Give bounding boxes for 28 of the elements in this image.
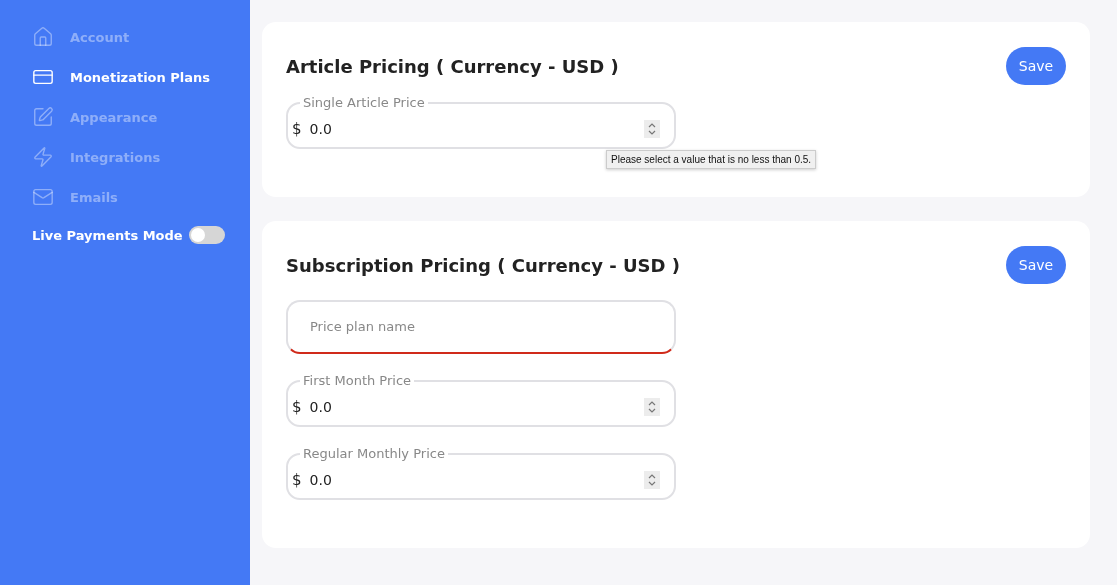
save-button[interactable]: Save (1006, 246, 1066, 284)
currency-symbol: $ (292, 119, 302, 138)
currency-symbol: $ (292, 397, 302, 416)
price-field[interactable]: First Month Price $ 0.0 (286, 373, 676, 427)
house-icon (32, 26, 54, 48)
price-field[interactable]: Regular Monthly Price $ 0.0 (286, 446, 676, 500)
sidebar-item[interactable]: Monetization Plans (32, 66, 250, 88)
field-label: First Month Price (302, 373, 413, 388)
field-value: 0.0 (309, 398, 333, 415)
live-mode-toggle[interactable] (188, 226, 225, 244)
field-label: Single Article Price (302, 95, 426, 110)
live-mode-label: Live Payments Mode (32, 227, 183, 243)
field-value: 0.0 (309, 120, 333, 137)
plan-name-field[interactable]: Price plan name (286, 300, 676, 354)
field-value: 0.0 (309, 471, 333, 488)
spinner-icon[interactable] (644, 397, 660, 416)
spinner-icon[interactable] (644, 119, 660, 138)
spinner-icon[interactable] (644, 470, 660, 489)
field-label: Regular Monthly Price (302, 446, 446, 461)
pencil-square-icon (32, 106, 54, 128)
section-title: Article Pricing ( Currency - USD ) (286, 55, 619, 77)
lightning-icon (32, 146, 54, 168)
save-button[interactable]: Save (1006, 47, 1066, 85)
section-title: Subscription Pricing ( Currency - USD ) (286, 254, 680, 276)
currency-symbol: $ (292, 470, 302, 489)
price-field[interactable]: Single Article Price $ 0.0 (286, 95, 676, 149)
validation-tooltip: Please select a value that is no less than 0.5. (606, 150, 817, 169)
envelope-icon (32, 186, 54, 208)
